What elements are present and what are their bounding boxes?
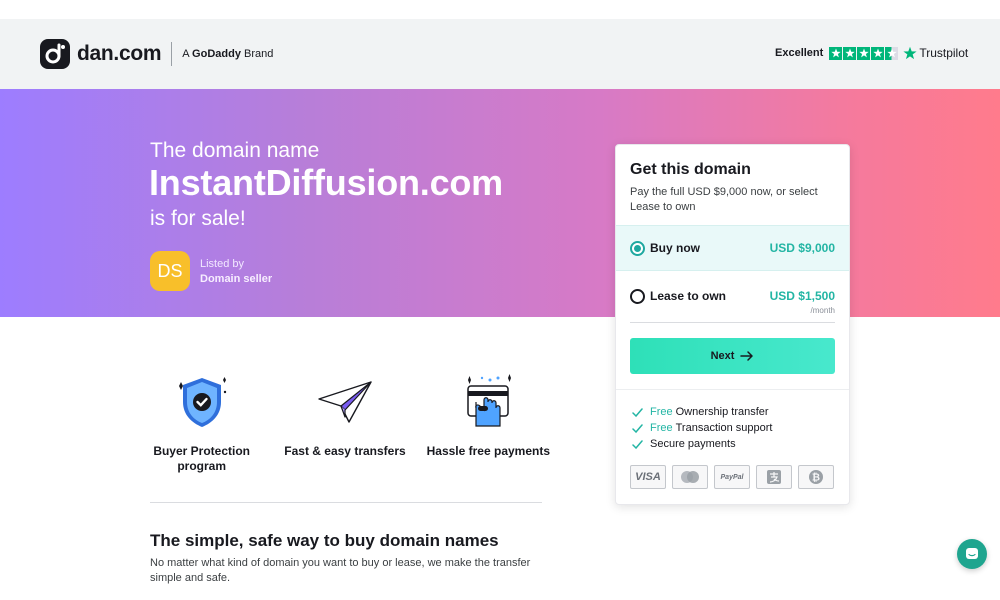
visa-icon: VISA xyxy=(630,465,666,489)
trust-provider: Trustpilot xyxy=(919,46,969,60)
purchase-card: Get this domain Pay the full USD $9,000 … xyxy=(615,144,850,505)
card-divider xyxy=(630,322,835,323)
arrow-right-icon xyxy=(740,351,754,361)
brand-suffix: Brand xyxy=(244,48,274,60)
info-text: No matter what kind of domain you want t… xyxy=(150,557,531,584)
brand-prefix: A xyxy=(182,48,189,60)
info-title: The simple, safe way to buy domain names xyxy=(150,531,499,550)
trust-label: Excellent xyxy=(775,47,824,59)
check-icon xyxy=(632,407,643,417)
features-row: Buyer Protection program Fast & easy tra… xyxy=(130,370,560,474)
trustpilot-logo: Trustpilot xyxy=(903,46,968,60)
buy-now-radio[interactable] xyxy=(630,241,645,256)
feature-label: Buyer Protection program xyxy=(153,444,250,473)
hero-post-text: is for sale! xyxy=(150,207,246,230)
top-strip xyxy=(0,0,1000,19)
paper-plane-icon xyxy=(273,370,416,432)
dan-logo[interactable]: dan.com A GoDaddy Brand xyxy=(40,39,273,69)
star-icon xyxy=(857,46,871,60)
option-price: USD $9,000 xyxy=(769,241,835,255)
feature-buyer-protection: Buyer Protection program xyxy=(130,370,273,474)
feature-hassle-free: Hassle free payments xyxy=(417,370,560,474)
paypal-icon: PayPal xyxy=(714,465,750,489)
card-subtitle: Pay the full USD $9,000 now, or select L… xyxy=(630,186,818,213)
benefit-text: Ownership transfer xyxy=(675,406,769,418)
star-icon xyxy=(829,46,843,60)
dan-logo-icon xyxy=(40,39,70,69)
lease-radio[interactable] xyxy=(630,289,645,304)
godaddy-brand: A GoDaddy Brand xyxy=(182,48,273,60)
brand-name: GoDaddy xyxy=(192,48,241,60)
option-lease-to-own[interactable]: Lease to own USD $1,500 /month xyxy=(616,275,849,319)
listed-by-label: Listed by xyxy=(200,258,245,270)
feature-fast-transfers: Fast & easy transfers xyxy=(273,370,416,474)
option-label: Buy now xyxy=(650,241,700,255)
logo-divider xyxy=(171,42,173,66)
feature-label: Hassle free payments xyxy=(426,444,551,458)
feature-label: Fast & easy transfers xyxy=(284,444,406,458)
trustpilot-widget[interactable]: Excellent Trustpilot xyxy=(775,46,968,60)
check-icon xyxy=(632,439,643,449)
domain-name: InstantDiffusion.com xyxy=(149,162,503,203)
star-icon xyxy=(871,46,885,60)
check-icon xyxy=(632,423,643,433)
site-header: dan.com A GoDaddy Brand Excellent Trustp… xyxy=(0,19,1000,89)
trust-stars xyxy=(829,46,899,60)
half-star-icon xyxy=(885,46,899,60)
benefit-free: Free xyxy=(650,422,673,434)
hero-banner: The domain name InstantDiffusion.com is … xyxy=(0,89,1000,317)
mastercard-icon xyxy=(672,465,708,489)
chat-icon xyxy=(966,548,978,559)
option-period: /month xyxy=(810,306,835,315)
payment-methods: VISA PayPal ₿ xyxy=(630,465,840,489)
benefit-item: Free Transaction support xyxy=(632,422,772,434)
logo-text: dan.com xyxy=(77,42,162,65)
option-price: USD $1,500 xyxy=(769,289,835,303)
payment-card-hand-icon xyxy=(417,370,560,432)
benefit-text: Transaction support xyxy=(675,422,773,434)
benefit-item: Free Ownership transfer xyxy=(632,406,769,418)
hero-pre-text: The domain name xyxy=(150,139,320,162)
card-divider xyxy=(616,389,849,390)
alipay-icon xyxy=(756,465,792,489)
svg-text:₿: ₿ xyxy=(812,472,820,484)
next-label: Next xyxy=(710,350,735,362)
star-icon xyxy=(843,46,857,60)
section-divider xyxy=(150,502,542,503)
benefit-text: Secure payments xyxy=(650,438,736,450)
benefit-free: Free xyxy=(650,406,673,418)
bitcoin-icon: ₿ xyxy=(798,465,834,489)
next-button[interactable]: Next xyxy=(630,338,835,374)
shield-check-icon xyxy=(130,370,273,432)
option-label: Lease to own xyxy=(650,289,727,303)
seller-avatar: DS xyxy=(150,251,190,291)
seller-name: Domain seller xyxy=(200,273,273,285)
option-buy-now[interactable]: Buy now USD $9,000 xyxy=(616,225,849,271)
benefit-item: Secure payments xyxy=(632,438,736,450)
chat-launcher-button[interactable] xyxy=(957,539,987,569)
trustpilot-star-icon xyxy=(903,46,917,60)
card-title: Get this domain xyxy=(630,161,751,178)
